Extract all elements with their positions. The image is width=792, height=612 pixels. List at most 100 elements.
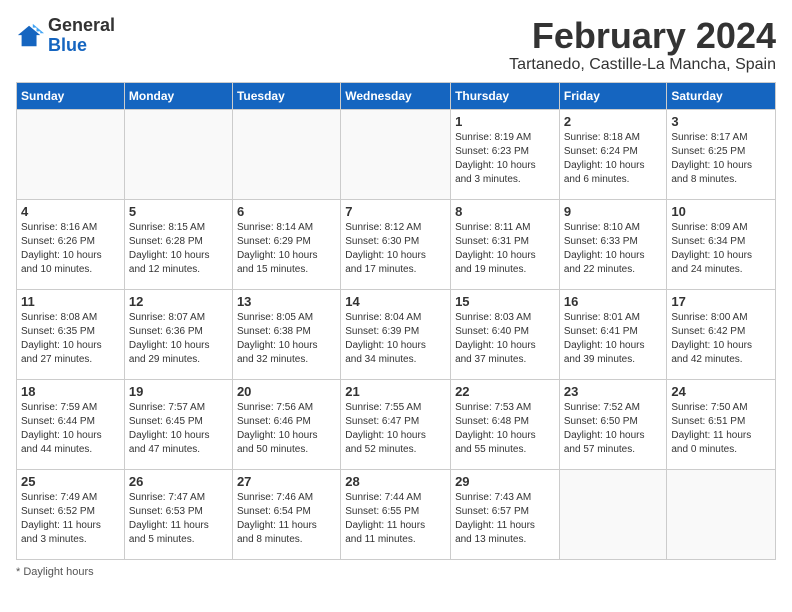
calendar-cell: 21 Sunrise: 7:55 AM Sunset: 6:47 PM Dayli… (341, 379, 451, 469)
day-info: Sunrise: 8:14 AM Sunset: 6:29 PM Dayligh… (237, 221, 336, 277)
day-number: 26 (129, 474, 228, 489)
day-info: Sunrise: 8:15 AM Sunset: 6:28 PM Dayligh… (129, 221, 228, 277)
day-number: 7 (345, 204, 446, 219)
logo: General Blue (16, 16, 115, 56)
calendar-cell: 4 Sunrise: 8:16 AM Sunset: 6:26 PM Daylig… (17, 199, 125, 289)
day-info: Sunrise: 8:17 AM Sunset: 6:25 PM Dayligh… (671, 131, 771, 187)
calendar-header-friday: Friday (559, 82, 667, 109)
day-number: 16 (564, 294, 663, 309)
location-title: Tartanedo, Castille-La Mancha, Spain (509, 56, 776, 74)
day-info: Sunrise: 8:12 AM Sunset: 6:30 PM Dayligh… (345, 221, 446, 277)
day-info: Sunrise: 8:08 AM Sunset: 6:35 PM Dayligh… (21, 311, 120, 367)
day-number: 6 (237, 204, 336, 219)
day-info: Sunrise: 7:56 AM Sunset: 6:46 PM Dayligh… (237, 401, 336, 457)
day-number: 28 (345, 474, 446, 489)
calendar-cell: 19 Sunrise: 7:57 AM Sunset: 6:45 PM Dayli… (124, 379, 232, 469)
calendar-cell: 25 Sunrise: 7:49 AM Sunset: 6:52 PM Dayli… (17, 469, 125, 559)
calendar-cell: 17Sunrise: 8:00 AM Sunset: 6:42 PM Dayli… (667, 289, 776, 379)
calendar-cell: 27Sunrise: 7:46 AM Sunset: 6:54 PM Dayli… (232, 469, 340, 559)
calendar-cell (667, 469, 776, 559)
calendar-cell: 23 Sunrise: 7:52 AM Sunset: 6:50 PM Dayli… (559, 379, 667, 469)
logo-icon (16, 22, 44, 50)
day-number: 13 (237, 294, 336, 309)
calendar-header-wednesday: Wednesday (341, 82, 451, 109)
day-info: Sunrise: 7:43 AM Sunset: 6:57 PM Dayligh… (455, 491, 555, 547)
calendar-cell: 12 Sunrise: 8:07 AM Sunset: 6:36 PM Dayli… (124, 289, 232, 379)
day-info: Sunrise: 8:07 AM Sunset: 6:36 PM Dayligh… (129, 311, 228, 367)
calendar-header-tuesday: Tuesday (232, 82, 340, 109)
logo-blue: Blue (48, 35, 87, 55)
calendar-cell: 5 Sunrise: 8:15 AM Sunset: 6:28 PM Daylig… (124, 199, 232, 289)
calendar-cell: 11 Sunrise: 8:08 AM Sunset: 6:35 PM Dayli… (17, 289, 125, 379)
calendar-cell: 14 Sunrise: 8:04 AM Sunset: 6:39 PM Dayli… (341, 289, 451, 379)
day-number: 1 (455, 114, 555, 129)
calendar-cell (341, 109, 451, 199)
day-number: 18 (21, 384, 120, 399)
calendar-cell: 20 Sunrise: 7:56 AM Sunset: 6:46 PM Dayli… (232, 379, 340, 469)
day-number: 11 (21, 294, 120, 309)
day-info: Sunrise: 7:57 AM Sunset: 6:45 PM Dayligh… (129, 401, 228, 457)
calendar-cell: 10 Sunrise: 8:09 AM Sunset: 6:34 PM Dayli… (667, 199, 776, 289)
logo-general: General (48, 15, 115, 35)
header-section: General Blue February 2024 Tartanedo, Ca… (16, 16, 776, 74)
calendar-header-monday: Monday (124, 82, 232, 109)
calendar-cell: 3 Sunrise: 8:17 AM Sunset: 6:25 PM Daylig… (667, 109, 776, 199)
title-section: February 2024 Tartanedo, Castille-La Man… (509, 16, 776, 74)
day-number: 29 (455, 474, 555, 489)
day-info: Sunrise: 7:55 AM Sunset: 6:47 PM Dayligh… (345, 401, 446, 457)
calendar-cell (232, 109, 340, 199)
day-info: Sunrise: 8:09 AM Sunset: 6:34 PM Dayligh… (671, 221, 771, 277)
day-info: Sunrise: 8:19 AM Sunset: 6:23 PM Dayligh… (455, 131, 555, 187)
calendar-cell: 7 Sunrise: 8:12 AM Sunset: 6:30 PM Daylig… (341, 199, 451, 289)
day-number: 19 (129, 384, 228, 399)
day-info: Sunrise: 7:52 AM Sunset: 6:50 PM Dayligh… (564, 401, 663, 457)
day-number: 4 (21, 204, 120, 219)
calendar-cell: 26 Sunrise: 7:47 AM Sunset: 6:53 PM Dayli… (124, 469, 232, 559)
day-number: 21 (345, 384, 446, 399)
day-info: Sunrise: 8:16 AM Sunset: 6:26 PM Dayligh… (21, 221, 120, 277)
day-info: Sunrise: 7:50 AM Sunset: 6:51 PM Dayligh… (671, 401, 771, 457)
calendar-cell: 18 Sunrise: 7:59 AM Sunset: 6:44 PM Dayli… (17, 379, 125, 469)
day-info: Sunrise: 7:49 AM Sunset: 6:52 PM Dayligh… (21, 491, 120, 547)
calendar-header-saturday: Saturday (667, 82, 776, 109)
day-number: 15 (455, 294, 555, 309)
calendar-cell: 15 Sunrise: 8:03 AM Sunset: 6:40 PM Dayli… (451, 289, 560, 379)
day-number: 12 (129, 294, 228, 309)
calendar-header-sunday: Sunday (17, 82, 125, 109)
day-info: Sunrise: 8:10 AM Sunset: 6:33 PM Dayligh… (564, 221, 663, 277)
day-info: Sunrise: 7:44 AM Sunset: 6:55 PM Dayligh… (345, 491, 446, 547)
day-info: Sunrise: 8:18 AM Sunset: 6:24 PM Dayligh… (564, 131, 663, 187)
calendar-cell: 16 Sunrise: 8:01 AM Sunset: 6:41 PM Dayli… (559, 289, 667, 379)
day-info: Sunrise: 8:03 AM Sunset: 6:40 PM Dayligh… (455, 311, 555, 367)
day-number: 24 (671, 384, 771, 399)
calendar-cell: 1 Sunrise: 8:19 AM Sunset: 6:23 PM Daylig… (451, 109, 560, 199)
calendar-cell: 2Sunrise: 8:18 AM Sunset: 6:24 PM Daylig… (559, 109, 667, 199)
calendar-cell: 22Sunrise: 7:53 AM Sunset: 6:48 PM Dayli… (451, 379, 560, 469)
day-info: Sunrise: 7:59 AM Sunset: 6:44 PM Dayligh… (21, 401, 120, 457)
day-info: Sunrise: 8:00 AM Sunset: 6:42 PM Dayligh… (671, 311, 771, 367)
calendar-cell: 29 Sunrise: 7:43 AM Sunset: 6:57 PM Dayli… (451, 469, 560, 559)
calendar-cell: 28 Sunrise: 7:44 AM Sunset: 6:55 PM Dayli… (341, 469, 451, 559)
day-number: 9 (564, 204, 663, 219)
day-info: Sunrise: 8:04 AM Sunset: 6:39 PM Dayligh… (345, 311, 446, 367)
calendar-cell: 6 Sunrise: 8:14 AM Sunset: 6:29 PM Daylig… (232, 199, 340, 289)
day-number: 14 (345, 294, 446, 309)
day-number: 5 (129, 204, 228, 219)
day-number: 22 (455, 384, 555, 399)
day-info: Sunrise: 7:47 AM Sunset: 6:53 PM Dayligh… (129, 491, 228, 547)
day-info: Sunrise: 8:01 AM Sunset: 6:41 PM Dayligh… (564, 311, 663, 367)
day-info: Sunrise: 8:11 AM Sunset: 6:31 PM Dayligh… (455, 221, 555, 277)
day-number: 10 (671, 204, 771, 219)
day-number: 8 (455, 204, 555, 219)
calendar-cell: 9 Sunrise: 8:10 AM Sunset: 6:33 PM Daylig… (559, 199, 667, 289)
day-number: 20 (237, 384, 336, 399)
day-number: 23 (564, 384, 663, 399)
calendar-header-thursday: Thursday (451, 82, 560, 109)
calendar-cell: 13Sunrise: 8:05 AM Sunset: 6:38 PM Dayli… (232, 289, 340, 379)
day-number: 3 (671, 114, 771, 129)
day-info: Sunrise: 7:46 AM Sunset: 6:54 PM Dayligh… (237, 491, 336, 547)
calendar-cell (17, 109, 125, 199)
footer-note: * Daylight hours (16, 566, 776, 578)
calendar-cell: 8 Sunrise: 8:11 AM Sunset: 6:31 PM Daylig… (451, 199, 560, 289)
day-number: 25 (21, 474, 120, 489)
